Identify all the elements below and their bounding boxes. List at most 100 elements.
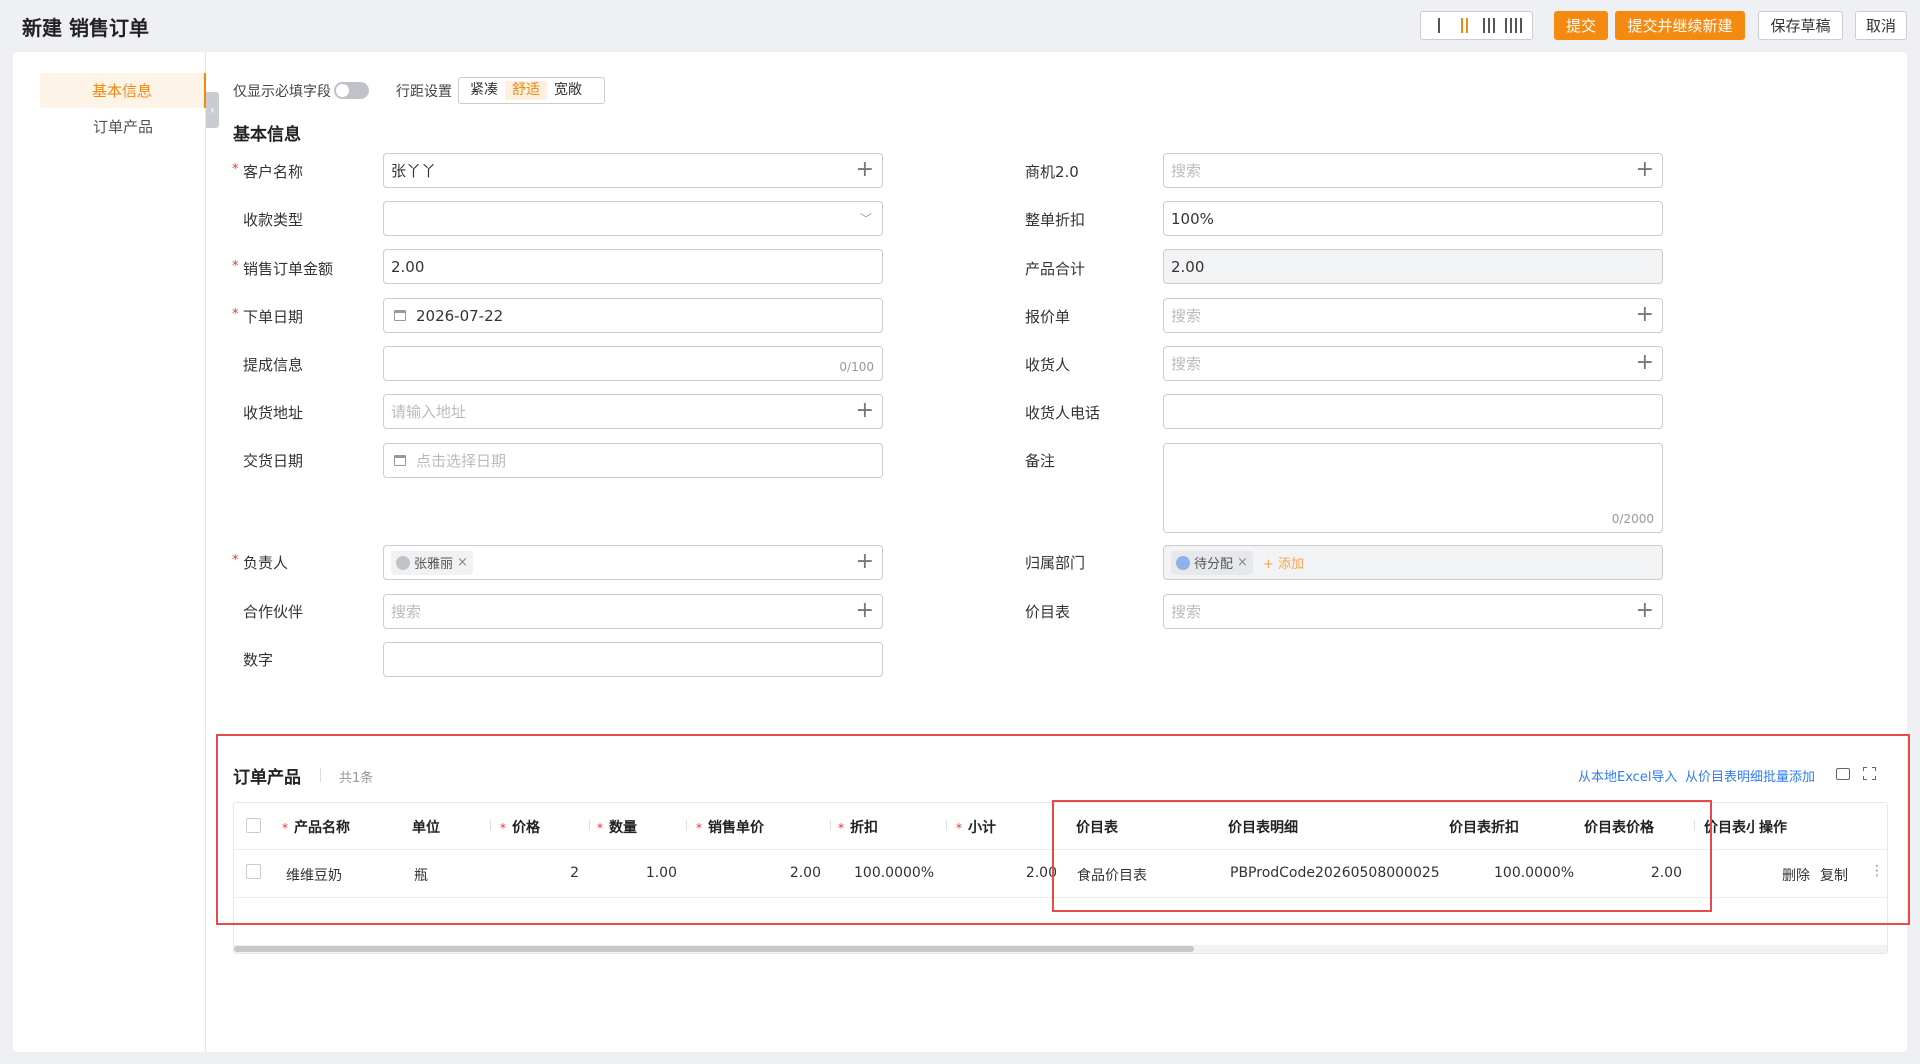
col-unit: 单位 [412, 820, 440, 836]
col-product-name: * 产品名称 [282, 820, 350, 836]
discount-label: 整单折扣 [1025, 211, 1086, 229]
partner-field[interactable]: 搜索 + [383, 594, 883, 629]
scrollbar-thumb[interactable] [234, 946, 1194, 952]
avatar-icon [396, 555, 410, 570]
col-price-list: 价目表 [1076, 820, 1118, 836]
department-icon [1176, 555, 1190, 570]
submit-button[interactable]: 提交 [1554, 11, 1608, 40]
plus-icon[interactable]: + [1636, 599, 1654, 623]
density-label: 行距设置 [396, 84, 452, 100]
order-date-picker[interactable]: 2026-07-22 [383, 298, 883, 333]
owner-name: 张雅丽 [414, 557, 454, 572]
remove-tag-icon[interactable]: × [1237, 555, 1248, 570]
cancel-button[interactable]: 取消 [1855, 11, 1907, 40]
col-divider [946, 820, 947, 830]
col-actions: 操作 [1759, 820, 1787, 836]
address-input[interactable]: 请输入地址 + [383, 394, 883, 429]
plus-icon[interactable]: + [856, 599, 874, 623]
cell-price-list-discount[interactable]: 100.0000% [1494, 865, 1574, 881]
department-tag: 待分配 × [1171, 550, 1253, 575]
density-compact[interactable]: 紧凑 [463, 81, 505, 100]
plus-icon[interactable]: + [856, 550, 874, 574]
cell-sale-price[interactable]: 2.00 [734, 865, 821, 881]
calendar-icon[interactable] [394, 455, 406, 466]
cell-product-name[interactable]: 维维豆奶 [286, 865, 342, 885]
row-checkbox[interactable] [246, 864, 261, 879]
remark-textarea[interactable]: 0/2000 [1163, 443, 1663, 533]
payment-type-select[interactable]: ﹀ [383, 201, 883, 236]
add-department-link[interactable]: + 添加 [1263, 553, 1304, 572]
column-layout-switch[interactable] [1420, 11, 1533, 40]
discount-input[interactable]: 100% [1163, 201, 1663, 236]
cell-quantity[interactable]: 1.00 [614, 865, 677, 881]
table-settings-icon[interactable] [1836, 768, 1850, 780]
plus-icon[interactable]: + [856, 399, 874, 423]
drag-handle-icon[interactable]: ⋮⋮ [1870, 863, 1887, 879]
remove-tag-icon[interactable]: × [457, 555, 468, 570]
delivery-date-picker[interactable]: 点击选择日期 [383, 443, 883, 478]
discount-value: 100% [1171, 209, 1214, 228]
layout-four-column-icon[interactable] [1503, 18, 1525, 33]
cell-price-list[interactable]: 食品价目表 [1077, 865, 1147, 885]
commission-input[interactable]: 0/100 [383, 346, 883, 381]
col-divider [686, 820, 687, 830]
commission-label: 提成信息 [243, 356, 304, 374]
save-draft-button[interactable]: 保存草稿 [1758, 11, 1843, 40]
department-label: 归属部门 [1025, 554, 1086, 572]
plus-icon[interactable]: + [1636, 351, 1654, 375]
plus-icon[interactable]: + [1636, 158, 1654, 182]
department-field[interactable]: 待分配 × + 添加 [1163, 545, 1663, 580]
copy-row-link[interactable]: 复制 [1820, 865, 1848, 885]
nav-item-basic-info[interactable]: 基本信息 [40, 73, 206, 108]
consignee-field[interactable]: 搜索 + [1163, 346, 1663, 381]
cell-discount[interactable]: 100.0000% [854, 865, 934, 881]
char-counter: 0/2000 [1611, 512, 1654, 526]
cell-subtotal[interactable]: 2.00 [974, 865, 1057, 881]
plus-icon[interactable]: + [856, 158, 874, 182]
opportunity-placeholder: 搜索 [1171, 162, 1202, 180]
top-bar: 新建 销售订单 提交 提交并继续新建 保存草稿 取消 [0, 0, 1920, 50]
layout-two-column-icon[interactable] [1453, 18, 1475, 33]
submit-and-new-button[interactable]: 提交并继续新建 [1615, 11, 1745, 40]
density-loose[interactable]: 宽敞 [547, 81, 589, 100]
col-price-list-subtotal: 价目表小 [1704, 820, 1756, 836]
customer-label: * 客户名称 [232, 162, 304, 181]
cell-price-list-price[interactable]: 2.00 [1614, 865, 1682, 881]
price-list-placeholder: 搜索 [1171, 603, 1202, 621]
number-label: 数字 [243, 651, 274, 669]
required-only-toggle[interactable] [334, 82, 369, 99]
col-discount: * 折扣 [838, 820, 878, 836]
cell-price-list-detail[interactable]: PBProdCode20260508000025 [1230, 865, 1440, 881]
nav-item-order-products[interactable]: 订单产品 [40, 109, 206, 144]
address-label: 收货地址 [243, 404, 304, 422]
cell-price[interactable]: 2 [514, 865, 579, 881]
plus-icon[interactable]: + [1636, 303, 1654, 327]
cell-unit[interactable]: 瓶 [414, 865, 428, 885]
select-all-checkbox[interactable] [246, 818, 261, 833]
density-comfortable[interactable]: 舒适 [505, 81, 547, 100]
number-input[interactable] [383, 642, 883, 677]
amount-input[interactable]: 2.00 [383, 249, 883, 284]
price-list-field[interactable]: 搜索 + [1163, 594, 1663, 629]
layout-three-column-icon[interactable] [1478, 18, 1500, 33]
batch-add-link[interactable]: 从价目表明细批量添加 [1685, 766, 1815, 785]
layout-one-column-icon[interactable] [1428, 18, 1450, 33]
import-excel-link[interactable]: 从本地Excel导入 [1578, 766, 1677, 785]
density-selector[interactable]: 紧凑 舒适 宽敞 [458, 77, 605, 104]
fullscreen-icon[interactable] [1863, 767, 1876, 780]
calendar-icon[interactable] [394, 310, 406, 321]
consignee-phone-input[interactable] [1163, 394, 1663, 429]
quote-field[interactable]: 搜索 + [1163, 298, 1663, 333]
form-panel: 基本信息 订单产品 ‹ 仅显示必填字段 行距设置 紧凑 舒适 宽敞 基本信息 *… [13, 52, 1907, 1052]
customer-field[interactable]: 张丫丫 + [383, 153, 883, 188]
amount-label: * 销售订单金额 [232, 259, 334, 278]
horizontal-scrollbar[interactable] [234, 945, 1887, 953]
consignee-phone-label: 收货人电话 [1025, 404, 1101, 422]
delete-row-link[interactable]: 删除 [1782, 865, 1810, 885]
owner-field[interactable]: 张雅丽 × + [383, 545, 883, 580]
owner-label: * 负责人 [232, 553, 289, 572]
opportunity-field[interactable]: 搜索 + [1163, 153, 1663, 188]
collapse-nav-icon[interactable]: ‹ [206, 92, 219, 128]
title-divider [320, 768, 321, 782]
col-sale-price: * 销售单价 [696, 820, 764, 836]
